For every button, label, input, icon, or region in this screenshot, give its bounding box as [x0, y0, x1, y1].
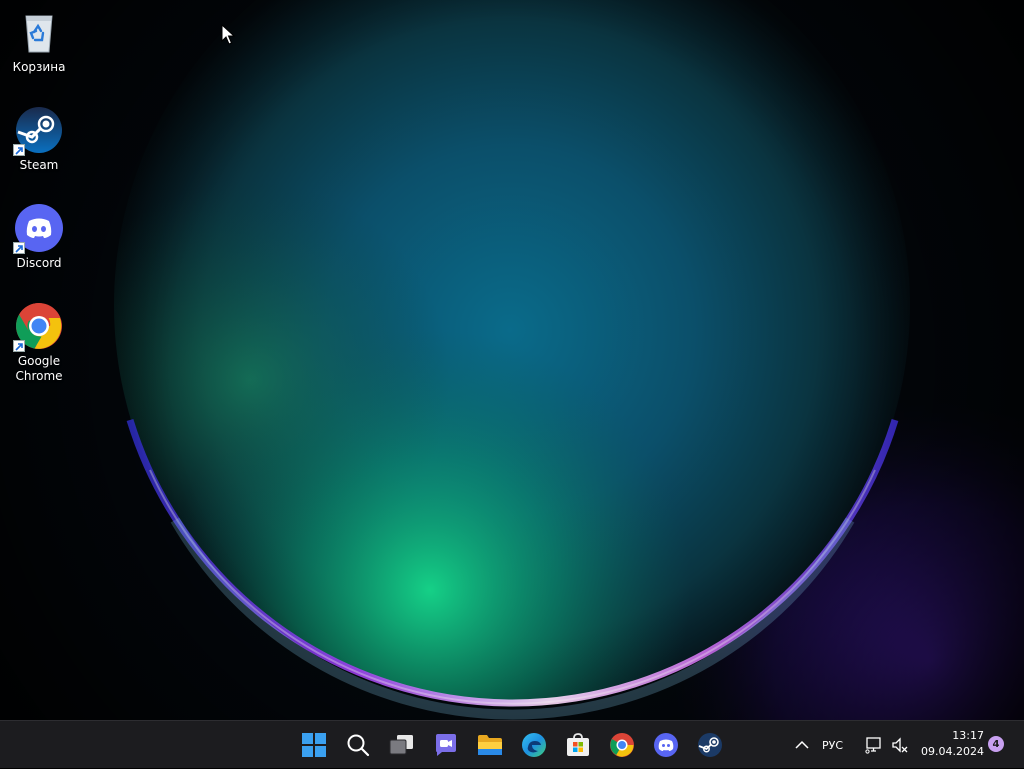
desktop-icon-label: Корзина — [12, 60, 66, 74]
desktop-icon-label: Steam — [19, 158, 59, 172]
desktop-icon-recycle-bin[interactable]: Корзина — [2, 8, 76, 75]
clock-time: 13:17 — [952, 729, 984, 742]
store-icon — [567, 733, 589, 756]
desktop[interactable]: Корзина Steam Discord Google Chrome — [0, 0, 1024, 720]
desktop-icon-label: Discord — [16, 256, 62, 270]
network-icon — [865, 737, 881, 754]
clock[interactable]: 13:17 09.04.2024 — [918, 728, 984, 760]
wallpaper-bloom — [0, 0, 1024, 720]
discord-icon — [654, 733, 678, 757]
edge-button[interactable] — [514, 727, 554, 763]
volume-button[interactable] — [884, 727, 916, 763]
teams-chat-icon — [436, 734, 456, 756]
edge-icon — [522, 733, 546, 757]
chrome-taskbar-button[interactable] — [602, 727, 642, 763]
task-view-icon — [389, 735, 413, 755]
file-explorer-icon — [478, 735, 502, 755]
desktop-icon-label: Google Chrome — [15, 354, 63, 383]
start-button[interactable] — [294, 727, 334, 763]
windows-start-icon — [302, 733, 326, 757]
language-label: РУС — [822, 738, 844, 752]
chevron-up-icon — [795, 740, 809, 749]
notification-badge[interactable]: 4 — [988, 736, 1004, 752]
desktop-icon-discord[interactable]: Discord — [2, 204, 76, 271]
desktop-icon-steam[interactable]: Steam — [2, 106, 76, 173]
discord-taskbar-button[interactable] — [646, 727, 686, 763]
search-icon — [347, 734, 370, 757]
file-explorer-button[interactable] — [470, 727, 510, 763]
chat-button[interactable] — [426, 727, 466, 763]
clock-date: 09.04.2024 — [921, 745, 984, 758]
steam-icon — [698, 733, 722, 757]
steam-taskbar-button[interactable] — [690, 727, 730, 763]
store-button[interactable] — [558, 727, 598, 763]
shortcut-arrow-icon — [13, 144, 25, 156]
desktop-icon-google-chrome[interactable]: Google Chrome — [2, 302, 76, 384]
task-view-button[interactable] — [382, 727, 422, 763]
volume-muted-icon — [892, 737, 908, 753]
chrome-icon — [13, 302, 63, 352]
input-language-indicator[interactable]: РУС — [822, 721, 843, 769]
shortcut-arrow-icon — [13, 242, 25, 254]
show-hidden-icons-button[interactable] — [782, 727, 822, 763]
discord-icon — [13, 204, 63, 254]
steam-icon — [13, 106, 63, 156]
shortcut-arrow-icon — [13, 340, 25, 352]
chrome-icon — [610, 733, 634, 757]
recycle-bin-icon — [15, 8, 63, 56]
mouse-cursor-icon — [221, 24, 235, 45]
notification-count: 4 — [992, 738, 1000, 750]
search-button[interactable] — [338, 727, 378, 763]
taskbar: РУС 13:17 09.04.2024 — [0, 720, 1024, 768]
